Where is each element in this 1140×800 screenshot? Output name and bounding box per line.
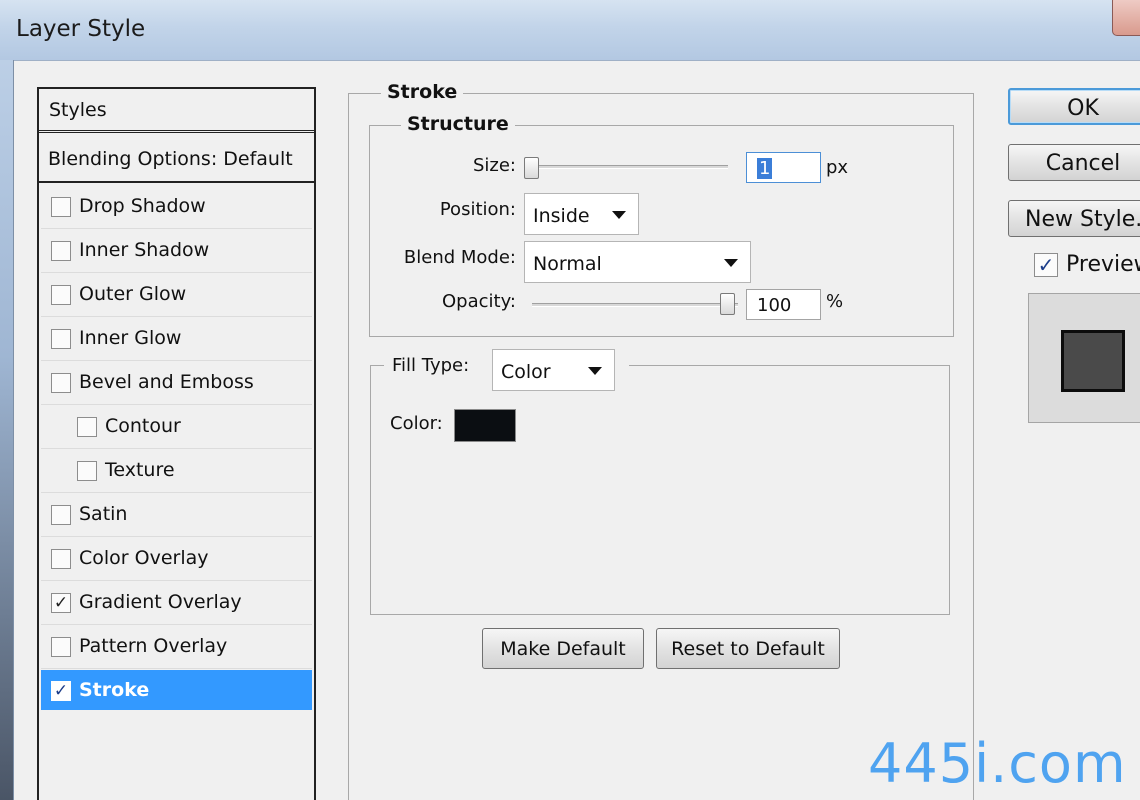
ok-button[interactable]: OK (1008, 88, 1140, 125)
size-unit: px (826, 157, 849, 178)
fill-type-select[interactable]: Color (492, 349, 615, 391)
style-item-contour[interactable]: Contour (41, 406, 312, 449)
fill-type-select-value: Color (501, 361, 551, 383)
checkbox-contour[interactable] (77, 417, 97, 437)
styles-header[interactable]: Styles (39, 89, 314, 133)
opacity-slider-thumb[interactable] (720, 293, 735, 315)
opacity-label: Opacity: (442, 291, 516, 312)
style-item-satin[interactable]: Satin (41, 494, 312, 537)
checkbox-pattern-overlay[interactable] (51, 637, 71, 657)
styles-list: Styles Blending Options: Default Drop Sh… (37, 87, 316, 800)
blend-mode-select[interactable]: Normal (524, 241, 751, 283)
fill-type-label: Fill Type: (392, 355, 470, 376)
style-item-stroke[interactable]: ✓ Stroke (41, 670, 312, 710)
checkbox-texture[interactable] (77, 461, 97, 481)
style-item-label: Gradient Overlay (79, 591, 242, 613)
style-item-label: Texture (105, 459, 175, 481)
style-item-label: Bevel and Emboss (79, 371, 254, 393)
checkbox-outer-glow[interactable] (51, 285, 71, 305)
checkbox-stroke[interactable]: ✓ (51, 681, 71, 701)
close-window-button[interactable] (1112, 0, 1140, 36)
checkbox-gradient-overlay[interactable]: ✓ (51, 593, 71, 613)
style-item-outer-glow[interactable]: Outer Glow (41, 274, 312, 317)
checkbox-inner-glow[interactable] (51, 329, 71, 349)
style-item-inner-shadow[interactable]: Inner Shadow (41, 230, 312, 273)
blend-mode-label: Blend Mode: (403, 247, 516, 268)
chevron-down-icon (612, 211, 626, 219)
opacity-slider-track[interactable] (532, 303, 738, 307)
styles-header-label: Styles (49, 99, 107, 121)
size-label: Size: (472, 155, 516, 176)
chevron-down-icon (588, 367, 602, 375)
blending-options-item[interactable]: Blending Options: Default (39, 137, 314, 183)
title-bar[interactable]: Layer Style (0, 0, 1140, 60)
opacity-unit: % (826, 291, 844, 312)
style-preview (1028, 293, 1140, 423)
style-item-label: Outer Glow (79, 283, 187, 305)
style-item-bevel-and-emboss[interactable]: Bevel and Emboss (41, 362, 312, 405)
preview-checkbox[interactable]: ✓ (1034, 253, 1058, 277)
style-item-color-overlay[interactable]: Color Overlay (41, 538, 312, 581)
style-item-label: Satin (79, 503, 128, 525)
watermark-text: 445i.com (868, 732, 1127, 795)
style-item-label: Drop Shadow (79, 195, 206, 217)
checkbox-inner-shadow[interactable] (51, 241, 71, 261)
color-label: Color: (390, 413, 443, 434)
ok-button-label: OK (1067, 96, 1099, 121)
style-item-label: Inner Glow (79, 327, 182, 349)
size-slider-track[interactable] (532, 165, 728, 169)
size-slider-thumb[interactable] (524, 157, 539, 179)
checkbox-bevel-and-emboss[interactable] (51, 373, 71, 393)
make-default-button[interactable]: Make Default (482, 628, 644, 669)
checkbox-drop-shadow[interactable] (51, 197, 71, 217)
blend-mode-select-value: Normal (533, 253, 602, 275)
style-item-label: Contour (105, 415, 181, 437)
position-select[interactable]: Inside (524, 193, 639, 235)
color-swatch[interactable] (454, 409, 516, 442)
fill-type-group (370, 365, 950, 615)
style-item-pattern-overlay[interactable]: Pattern Overlay (41, 626, 312, 669)
chevron-down-icon (724, 259, 738, 267)
style-item-label: Color Overlay (79, 547, 209, 569)
checkbox-color-overlay[interactable] (51, 549, 71, 569)
new-style-button[interactable]: New Style... (1008, 200, 1140, 237)
style-item-label: Stroke (79, 679, 150, 701)
cancel-button-label: Cancel (1045, 151, 1121, 176)
style-item-drop-shadow[interactable]: Drop Shadow (41, 186, 312, 229)
stroke-group-title: Stroke (381, 81, 464, 103)
make-default-label: Make Default (500, 638, 626, 660)
style-item-inner-glow[interactable]: Inner Glow (41, 318, 312, 361)
style-item-texture[interactable]: Texture (41, 450, 312, 493)
preview-thumbnail (1061, 330, 1125, 392)
style-item-label: Inner Shadow (79, 239, 210, 261)
opacity-input[interactable]: 100 (746, 289, 821, 320)
reset-to-default-label: Reset to Default (671, 638, 825, 660)
reset-to-default-button[interactable]: Reset to Default (656, 628, 840, 669)
checkbox-satin[interactable] (51, 505, 71, 525)
position-select-value: Inside (533, 205, 590, 227)
cancel-button[interactable]: Cancel (1008, 144, 1140, 181)
size-input[interactable]: 1 (746, 152, 821, 183)
window-title: Layer Style (16, 16, 146, 42)
position-label: Position: (439, 199, 516, 220)
style-item-gradient-overlay[interactable]: ✓ Gradient Overlay (41, 582, 312, 625)
blending-options-label: Blending Options: Default (48, 148, 293, 170)
opacity-input-value: 100 (757, 295, 792, 316)
preview-label: Preview (1066, 252, 1140, 277)
window-frame-left (0, 60, 14, 800)
style-item-label: Pattern Overlay (79, 635, 228, 657)
size-input-value: 1 (757, 158, 773, 179)
new-style-button-label: New Style... (1025, 207, 1140, 232)
structure-group-title: Structure (401, 113, 515, 135)
